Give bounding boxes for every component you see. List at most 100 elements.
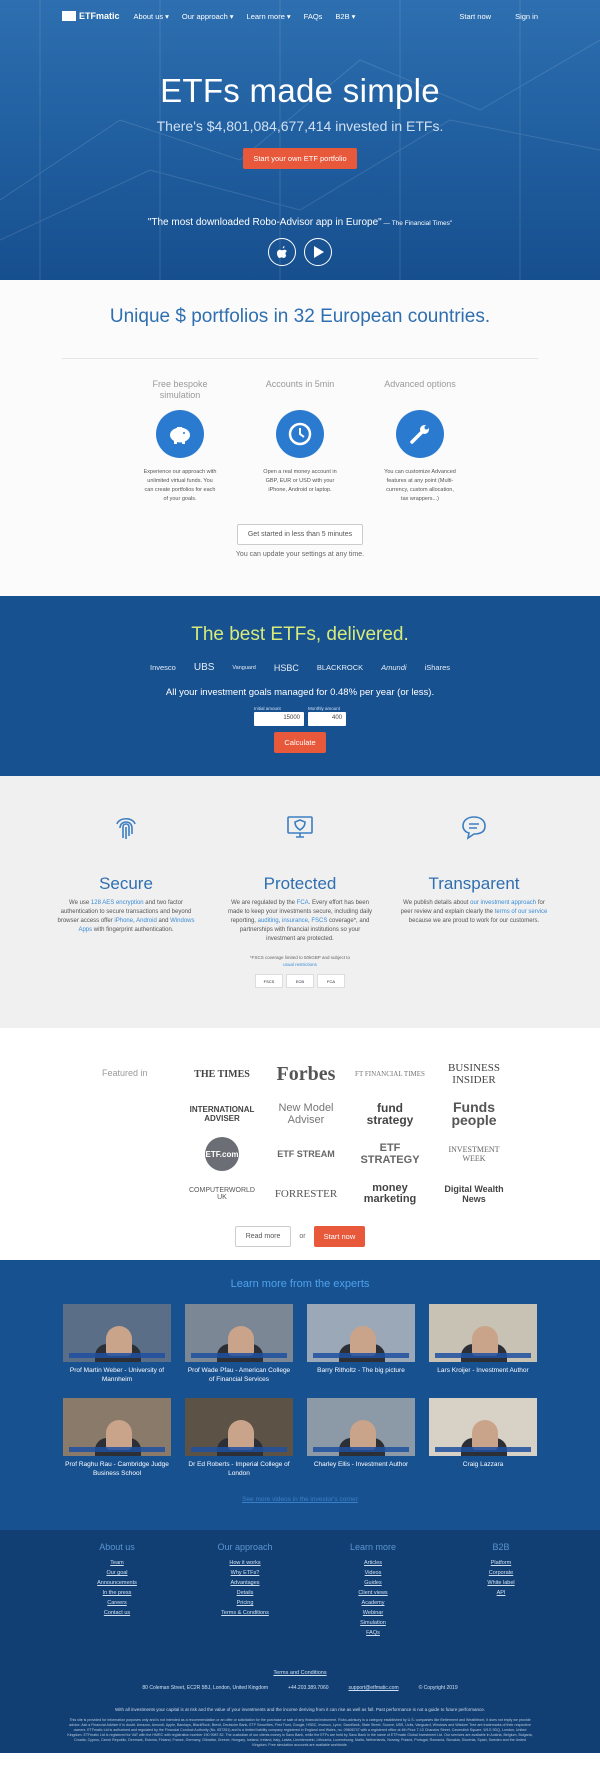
footer-link[interactable]: Platform (462, 1558, 540, 1568)
video-thumbnail[interactable] (63, 1398, 171, 1456)
auditing-link[interactable]: auditing (258, 918, 279, 924)
footer-column-title: B2B (492, 1542, 510, 1552)
read-more-button[interactable]: Read more (234, 1226, 292, 1247)
transparent-title: Transparent (428, 874, 520, 893)
nav-learn-more[interactable]: Learn more ▾ (247, 12, 291, 21)
money-marketing-logo: money marketing (363, 1182, 417, 1205)
investment-approach-link[interactable]: our investment approach (470, 900, 536, 906)
footer-link[interactable]: Team (78, 1558, 156, 1568)
footer-link[interactable]: Guides (334, 1578, 412, 1588)
nav-about-us[interactable]: About us ▾ (134, 12, 169, 21)
nav-start-now[interactable]: Start now (459, 12, 491, 21)
fca-link[interactable]: FCA (297, 900, 309, 906)
calculate-button[interactable]: Calculate (274, 732, 326, 753)
video-thumbnail[interactable] (185, 1304, 293, 1362)
initial-amount-input[interactable]: 15000 (254, 712, 304, 726)
video-thumbnail[interactable] (307, 1304, 415, 1362)
footer-column: Our approach How it works Why ETFs? Advanta… (206, 1542, 284, 1638)
video-card[interactable]: Charley Ellis - Investment Author (307, 1398, 415, 1484)
video-caption-bar (69, 1353, 165, 1358)
video-card[interactable]: Prof Raghu Rau - Cambridge Judge Busines… (63, 1398, 171, 1484)
logo[interactable]: ETFmatic (62, 11, 120, 21)
start-portfolio-button[interactable]: Start your own ETF portfolio (243, 148, 357, 169)
footer-link[interactable]: Academy (334, 1598, 412, 1608)
footer-link[interactable]: Corporate (462, 1568, 540, 1578)
footer-link[interactable]: Our goal (78, 1568, 156, 1578)
video-card[interactable]: Prof Wade Pfau - American College of Fin… (185, 1304, 293, 1390)
footer-link[interactable]: Careers (78, 1598, 156, 1608)
ishares-logo: iShares (424, 663, 451, 672)
start-now-button[interactable]: Start now (313, 1226, 366, 1247)
play-store-button[interactable] (304, 238, 332, 266)
footer-link[interactable]: Webinar (334, 1608, 412, 1618)
hsbc-logo: HSBC (273, 662, 299, 673)
get-started-button[interactable]: Get started in less than 5 minutes (236, 524, 364, 545)
feature-title: Advanced options (384, 379, 456, 389)
contact-info: 80 Coleman Street, EC2R 5BJ, London, Uni… (0, 1685, 600, 1691)
wrench-icon (396, 410, 444, 458)
android-link[interactable]: Android (136, 918, 157, 924)
footer: About us Team Our goal Announcements In the … (0, 1530, 600, 1753)
clock-icon (276, 410, 324, 458)
fund-strategy-logo: fund strategy (366, 1101, 414, 1127)
video-card[interactable]: Craig Lazzara (429, 1398, 537, 1484)
footer-link[interactable]: White label (462, 1578, 540, 1588)
video-card[interactable]: Lars Kroijer - Investment Author (429, 1304, 537, 1390)
nav-sign-in[interactable]: Sign in (515, 12, 538, 21)
insurance-link[interactable]: insurance (282, 918, 308, 924)
video-card[interactable]: Dr Ed Roberts - Imperial College of Lond… (185, 1398, 293, 1484)
hero: ETFs made simple There's $4,801,084,677,… (0, 0, 600, 280)
video-thumbnail[interactable] (307, 1398, 415, 1456)
footer-link[interactable]: Details (206, 1588, 284, 1598)
fscs-badge: FSCS (255, 974, 283, 988)
fscs-link[interactable]: FSCS (311, 918, 327, 924)
forbes-logo: Forbes (276, 1062, 336, 1085)
terms-link[interactable]: Terms and Conditions (0, 1670, 600, 1676)
footer-link[interactable]: Why ETFs? (206, 1568, 284, 1578)
monthly-amount-label: Monthly amount (308, 706, 341, 711)
footer-link[interactable]: Announcements (78, 1578, 156, 1588)
footer-link[interactable]: In the press (78, 1588, 156, 1598)
portfolios-section: Unique $ portfolios in 32 European count… (0, 280, 600, 596)
video-caption-bar (313, 1447, 409, 1452)
secure-title: Secure (99, 874, 153, 893)
footer-link[interactable]: How it works (206, 1558, 284, 1568)
nav-our-approach[interactable]: Our approach ▾ (182, 12, 234, 21)
footer-link[interactable]: Contact us (78, 1608, 156, 1618)
restrictions-link[interactable]: usual restrictions (283, 962, 317, 967)
footer-link[interactable]: Client views (334, 1588, 412, 1598)
aes-link[interactable]: 128 AES encryption (91, 900, 144, 906)
monthly-amount-input[interactable]: 400 (308, 712, 346, 726)
video-card[interactable]: Prof Martin Weber - University of Mannhe… (63, 1304, 171, 1390)
experts-title: Learn more from the experts (230, 1278, 370, 1290)
nav-b2b[interactable]: B2B ▾ (335, 12, 355, 21)
email-link[interactable]: support@etfmatic.com (349, 1685, 399, 1691)
vanguard-logo: Vanguard (232, 664, 256, 671)
more-videos-link[interactable]: See more videos in the investor's corner (0, 1496, 600, 1503)
iphone-link[interactable]: iPhone (114, 918, 133, 924)
press-quote: "The most downloaded Robo-Advisor app in… (147, 217, 453, 228)
protected-column: Protected We are regulated by the FCA. E… (225, 812, 375, 944)
secure-text: We use 128 AES encryption and two factor… (57, 900, 195, 933)
video-thumbnail[interactable] (429, 1304, 537, 1362)
app-store-button[interactable] (268, 238, 296, 266)
footer-link[interactable]: Terms & Conditions (206, 1608, 284, 1618)
video-thumbnail[interactable] (185, 1398, 293, 1456)
footer-link[interactable]: FAQs (334, 1628, 412, 1638)
footer-link[interactable]: Articles (334, 1558, 412, 1568)
terms-of-service-link[interactable]: terms of our service (495, 909, 548, 915)
person-head (228, 1326, 255, 1356)
footer-link[interactable]: Advantages (206, 1578, 284, 1588)
video-card[interactable]: Barry Ritholtz - The big picture (307, 1304, 415, 1390)
featured-label: Featured in (102, 1068, 148, 1078)
risk-warning: With all investments your capital is at … (115, 1707, 485, 1712)
nav-faqs[interactable]: FAQs (304, 12, 323, 21)
person-head (106, 1420, 133, 1450)
footer-link[interactable]: Simulation (334, 1618, 412, 1628)
footer-link[interactable]: Videos (334, 1568, 412, 1578)
video-thumbnail[interactable] (63, 1304, 171, 1362)
footer-link[interactable]: Pricing (206, 1598, 284, 1608)
play-icon (313, 246, 324, 258)
video-thumbnail[interactable] (429, 1398, 537, 1456)
footer-link[interactable]: API (462, 1588, 540, 1598)
